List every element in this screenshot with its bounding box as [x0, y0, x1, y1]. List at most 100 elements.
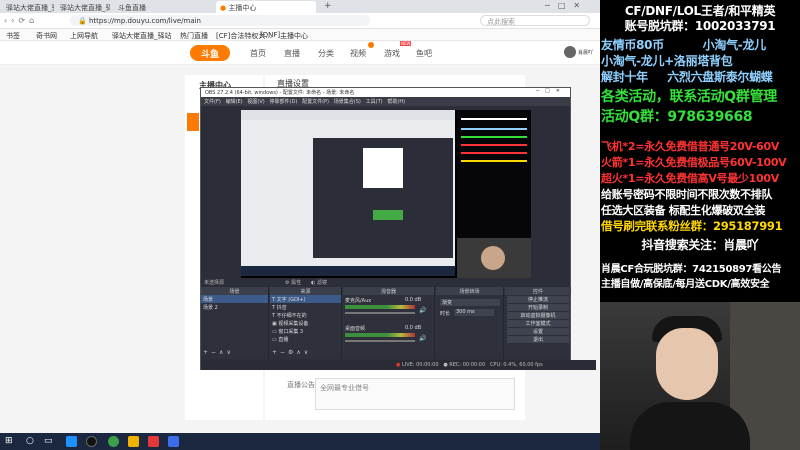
nav-games[interactable]: 游戏 — [384, 48, 400, 59]
overlay-line: 飞机*2=永久免费借普通号20V-60V — [601, 140, 780, 153]
source-toolbar-icons[interactable]: +−⚙∧∨ — [272, 349, 311, 356]
obs-statusbar: ● LIVE: 00:00:00 ● REC: 00:00:00 CPU: 0.… — [201, 360, 596, 370]
task-view-icon[interactable]: ▭ — [44, 436, 53, 446]
nav-home[interactable]: 首页 — [250, 48, 266, 59]
mixer-header: 混音器 — [343, 287, 434, 295]
cpu-fps: CPU: 0.4%, 60.00 fps — [489, 362, 543, 368]
source-item[interactable]: 窗口采集 3 — [278, 329, 303, 335]
nav-live[interactable]: 直播 — [284, 48, 300, 59]
new-tab-icon[interactable]: + — [324, 1, 332, 11]
source-item[interactable]: 直播 — [278, 337, 288, 343]
obs-menu-help[interactable]: 帮助(H) — [387, 99, 405, 105]
douyu-logo[interactable]: 斗鱼 — [190, 45, 230, 61]
transition-select[interactable]: 渐变 — [440, 299, 500, 306]
tab-label: 主播中心 — [228, 4, 257, 12]
edge-browser-icon[interactable] — [66, 436, 77, 447]
duration-input[interactable]: 300 ms — [454, 309, 494, 316]
no-source-label: 未选择源 — [204, 280, 225, 286]
overlay-line: 借号刷完联系粉丝群：295187991 — [601, 219, 783, 233]
scene-item[interactable]: 场景 — [201, 295, 268, 303]
bookmark-item[interactable]: 奇书网 — [36, 31, 57, 41]
video-dot-icon — [368, 42, 374, 48]
obs-docks: 场景 场景 场景 2 +−∧∨ 来源 T 文字 (GDI+) T 抖音 T 不仔… — [201, 287, 571, 359]
studio-mode-button[interactable]: 工作室模式 — [507, 320, 569, 327]
overlay-line: 火箭*1=永久免费借极品号60V-100V — [601, 156, 787, 169]
green-app-icon[interactable] — [108, 436, 119, 447]
speaker-icon[interactable]: 🔊 — [419, 335, 426, 342]
preview-overlay-text — [457, 110, 531, 238]
nav-arrows-icon[interactable]: ‹›⟳⌂ — [4, 16, 38, 25]
source-item[interactable]: 抖音 — [277, 305, 287, 311]
window-controls[interactable]: ─□✕ — [545, 1, 588, 10]
notice-text: 全网最专业借号 — [320, 384, 369, 392]
obs-menu-docks[interactable]: 停靠部件(D) — [270, 99, 298, 105]
obs-menu-profile[interactable]: 配置文件(P) — [302, 99, 329, 105]
obs-preview[interactable] — [241, 110, 531, 282]
scenes-dock: 场景 场景 场景 2 +−∧∨ — [201, 287, 269, 359]
search-placeholder: 点此搜索 — [487, 18, 515, 26]
browser-search-field[interactable]: 点此搜索 — [480, 15, 590, 26]
nav-fishbar[interactable]: 鱼吧 — [416, 48, 432, 59]
red-app-icon[interactable] — [148, 436, 159, 447]
windows-start-icon[interactable]: ⊞ — [5, 436, 13, 446]
obs-menu-tools[interactable]: 工具(T) — [366, 99, 383, 105]
volume-slider[interactable] — [345, 340, 415, 342]
preview-line — [461, 118, 527, 120]
bookmark-item[interactable]: 书签 — [6, 31, 20, 41]
nav-video[interactable]: 视频 — [350, 48, 366, 59]
virtual-camera-button[interactable]: 启动虚拟摄像机 — [507, 312, 569, 319]
obs-app-icon[interactable] — [86, 436, 97, 447]
transitions-header: 场景转场 — [436, 287, 503, 295]
obs-source-toolbar: 未选择源 ⚙ 属性 ◐ 滤镜 — [201, 278, 570, 287]
preview-browser-bar — [241, 110, 455, 120]
start-recording-button[interactable]: 开始录制 — [507, 304, 569, 311]
browser-tab-1[interactable]: 驿站大佬直播_驿站大佬直播网... — [2, 1, 54, 13]
bookmark-item[interactable]: 热门直播 — [180, 31, 208, 41]
obs-titlebar: OBS 27.2.4 (64-bit, windows) - 配置文件: 未命名… — [201, 88, 570, 97]
blue-app-icon[interactable] — [168, 436, 179, 447]
source-item[interactable]: 视频采集设备 — [278, 321, 308, 327]
bookmark-item[interactable]: 驿站大佬直播_驿站 — [112, 31, 172, 41]
scene-item[interactable]: 场景 2 — [201, 303, 268, 311]
username[interactable]: 肖晨吖 — [578, 49, 593, 56]
transition-value: 渐变 — [442, 300, 453, 306]
url-field[interactable]: 🔒 https://mp.douyu.com/live/main — [70, 15, 370, 26]
preview-line — [461, 144, 527, 146]
browser-tab-4[interactable]: ● 主播中心 — [216, 1, 316, 13]
nav-category[interactable]: 分类 — [318, 48, 334, 59]
overlay-line: 给账号密码不限时间不限次数不排队 — [601, 188, 773, 201]
obs-menu-file[interactable]: 文件(F) — [204, 99, 221, 105]
bookmark-item[interactable]: 上网导航 — [70, 31, 98, 41]
browser-tab-3[interactable]: 斗鱼直播 — [114, 1, 174, 13]
notice-input[interactable]: 全网最专业借号 — [315, 378, 515, 410]
properties-button[interactable]: ⚙ 属性 — [285, 279, 301, 286]
settings-button[interactable]: 设置 — [507, 328, 569, 335]
browser-tab-2[interactable]: 驿站大佬直播_驿站大佬直播网... — [56, 1, 110, 13]
yellow-app-icon[interactable] — [128, 436, 139, 447]
avatar[interactable] — [564, 46, 576, 58]
filters-button[interactable]: ◐ 滤镜 — [311, 279, 327, 286]
obs-window-controls[interactable]: ─□✕ — [536, 88, 566, 94]
volume-slider[interactable] — [345, 312, 415, 314]
source-item[interactable]: 文字 (GDI+) — [277, 297, 306, 303]
bookmark-item[interactable]: 主播中心 — [280, 31, 308, 41]
source-item[interactable]: 不仔细不在的 — [277, 313, 307, 319]
obs-window: OBS 27.2.4 (64-bit, windows) - 配置文件: 未命名… — [200, 87, 596, 370]
obs-title-text: OBS 27.2.4 (64-bit, windows) - 配置文件: 未命名… — [205, 90, 355, 96]
speaker-icon[interactable]: 🔊 — [419, 307, 426, 314]
preview-nested-screen — [363, 148, 403, 188]
stop-streaming-button[interactable]: 停止推流 — [507, 296, 569, 303]
tab-label: 驿站大佬直播_驿站大佬直播网... — [60, 4, 110, 12]
obs-menu-edit[interactable]: 编辑(E) — [226, 99, 243, 105]
scene-toolbar-icons[interactable]: +−∧∨ — [203, 349, 234, 356]
sidebar-active-marker — [187, 113, 199, 131]
obs-menu-view[interactable]: 视图(V) — [247, 99, 264, 105]
mixer-channel-db: 0.0 dB — [405, 297, 422, 303]
obs-menu-scenecollection[interactable]: 场景集合(S) — [334, 99, 361, 105]
webcam-feed — [600, 302, 800, 450]
overlay-line: 友情币80币 小淘气-龙儿 — [601, 38, 766, 52]
exit-button[interactable]: 退出 — [507, 336, 569, 343]
overlay-line: 肖晨CF合玩脱坑群：742150897看公告 — [601, 264, 782, 275]
search-icon[interactable]: ○ — [26, 436, 34, 446]
lock-icon: 🔒 — [78, 17, 87, 25]
